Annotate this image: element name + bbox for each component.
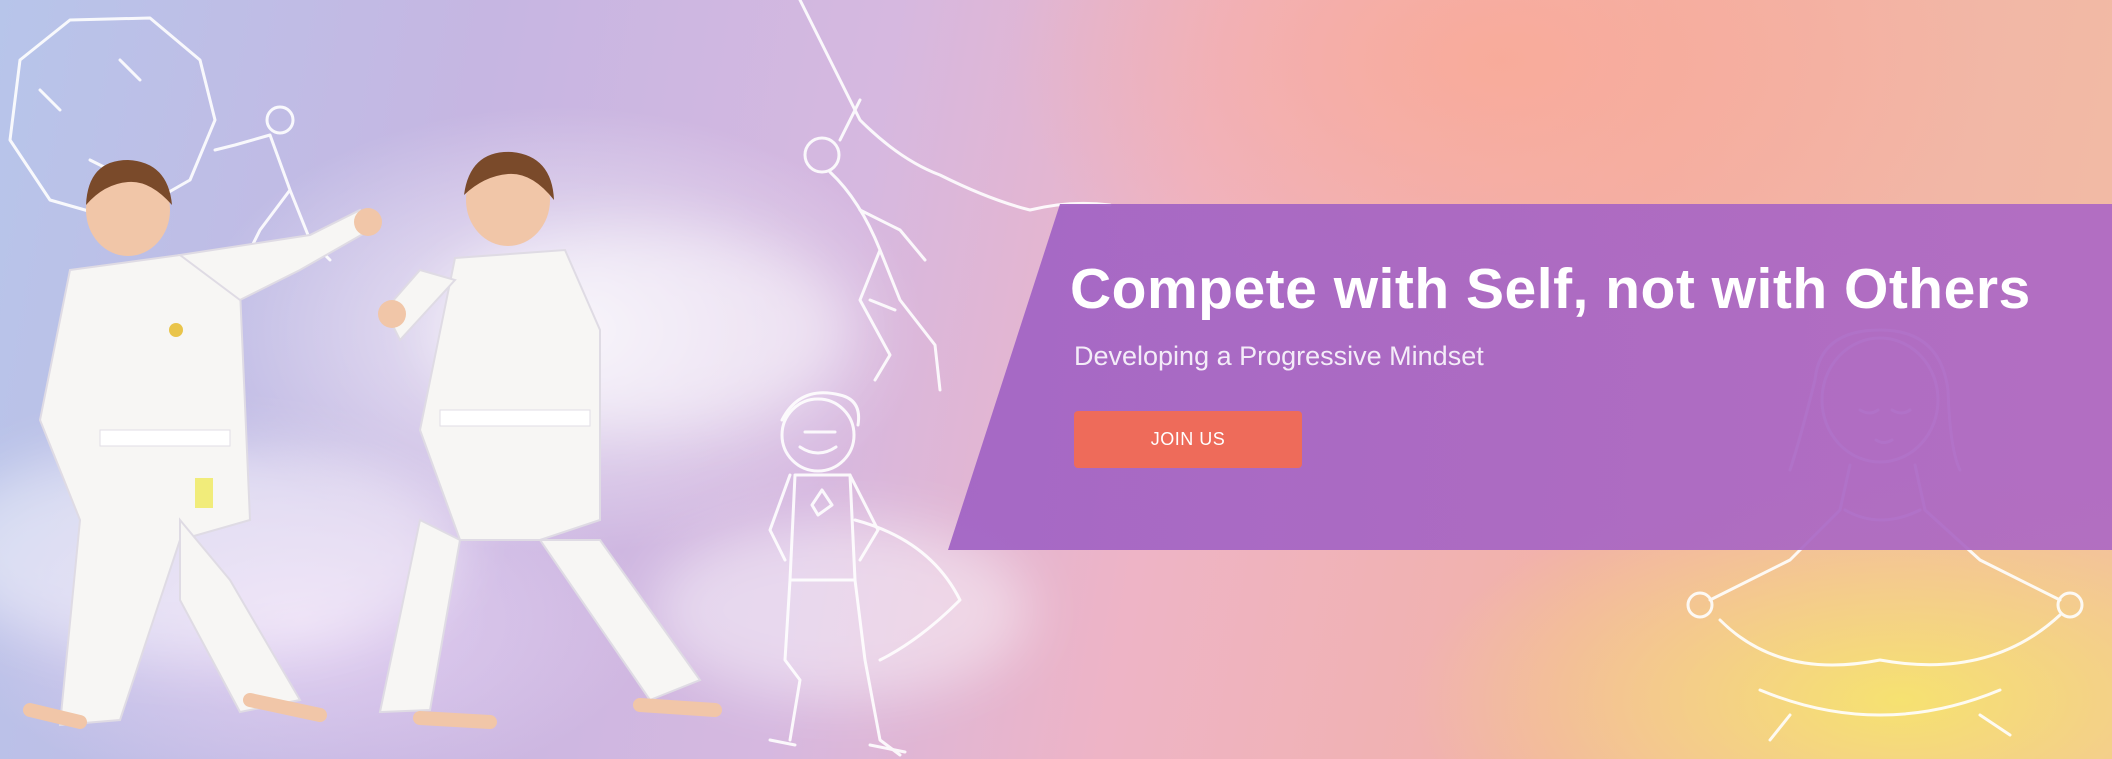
hero-headline: Compete with Self, not with Others (1070, 257, 2031, 321)
boulder-sketch (8, 16, 332, 262)
karate-kid-right (378, 151, 722, 729)
join-us-button[interactable]: JOIN US (1074, 411, 1302, 468)
superhero-boy-sketch (768, 391, 962, 757)
karate-kid-left (23, 160, 382, 729)
hero-banner: Compete with Self, not with Others Devel… (0, 0, 2112, 759)
hero-subheadline: Developing a Progressive Mindset (1074, 341, 1484, 371)
karate-kids-photo (23, 151, 722, 729)
